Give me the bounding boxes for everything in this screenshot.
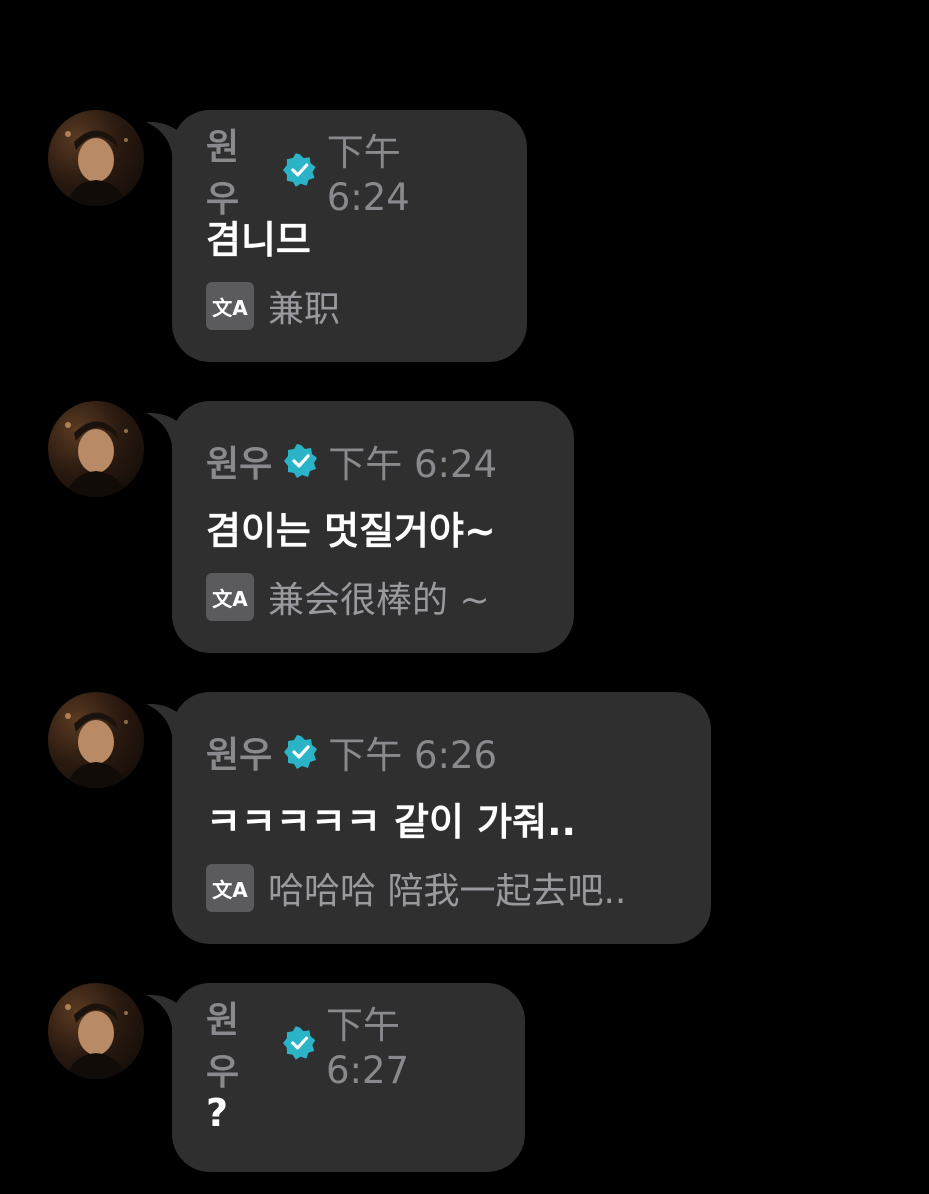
- message-header: 원우 下午 6:26: [206, 730, 677, 777]
- translate-icon: 文A: [206, 864, 254, 912]
- sender-name[interactable]: 원우: [206, 726, 272, 778]
- translate-icon: 文A: [206, 573, 254, 621]
- sender-name[interactable]: 원우: [206, 991, 271, 1095]
- translation-row: 文A 哈哈哈 陪我一起去吧..: [206, 862, 677, 914]
- message-header: 원우 下午 6:27: [206, 1000, 491, 1093]
- translation-text: 兼会很棒的 ~: [268, 580, 490, 621]
- message-header: 원우 下午 6:24: [206, 439, 540, 486]
- message-bubble[interactable]: 원우 下午 6:24 겸이는 멋질거야~ 文A 兼会很棒的 ~: [172, 401, 574, 653]
- avatar[interactable]: [48, 692, 144, 788]
- message-text: ㅋㅋㅋㅋㅋ 같이 가줘..: [206, 800, 576, 844]
- avatar[interactable]: [48, 110, 144, 206]
- timestamp: 下午 6:27: [325, 1003, 410, 1092]
- translate-icon: 文A: [206, 282, 254, 330]
- verified-badge-icon: [283, 153, 316, 187]
- verified-badge-icon: [282, 1026, 316, 1060]
- avatar[interactable]: [48, 983, 144, 1079]
- message-bubble[interactable]: 원우 下午 6:26 ㅋㅋㅋㅋㅋ 같이 가줘.. 文A 哈哈哈 陪我一起去吧..: [172, 692, 711, 944]
- avatar[interactable]: [48, 401, 144, 497]
- translation-row: 文A 兼会很棒的 ~: [206, 571, 540, 623]
- translation-text: 兼职: [268, 289, 341, 330]
- timestamp: 下午 6:24: [326, 130, 410, 219]
- sender-name[interactable]: 원우: [206, 118, 271, 222]
- timestamp: 下午 6:24: [328, 443, 498, 486]
- translation-text: 哈哈哈 陪我一起去吧..: [268, 871, 627, 912]
- message-bubble[interactable]: 원우 下午 6:27 ?: [172, 983, 525, 1172]
- message-header: 원우 下午 6:24: [206, 127, 493, 220]
- translation-row: 文A 兼职: [206, 280, 493, 332]
- message-text: 겸니므: [206, 218, 311, 262]
- verified-badge-icon: [284, 735, 318, 769]
- message-text: 겸이는 멋질거야~: [206, 509, 496, 553]
- sender-name[interactable]: 원우: [206, 435, 272, 487]
- timestamp: 下午 6:26: [328, 734, 498, 777]
- verified-badge-icon: [284, 444, 318, 478]
- message-bubble[interactable]: 원우 下午 6:24 겸니므 文A 兼职: [172, 110, 527, 362]
